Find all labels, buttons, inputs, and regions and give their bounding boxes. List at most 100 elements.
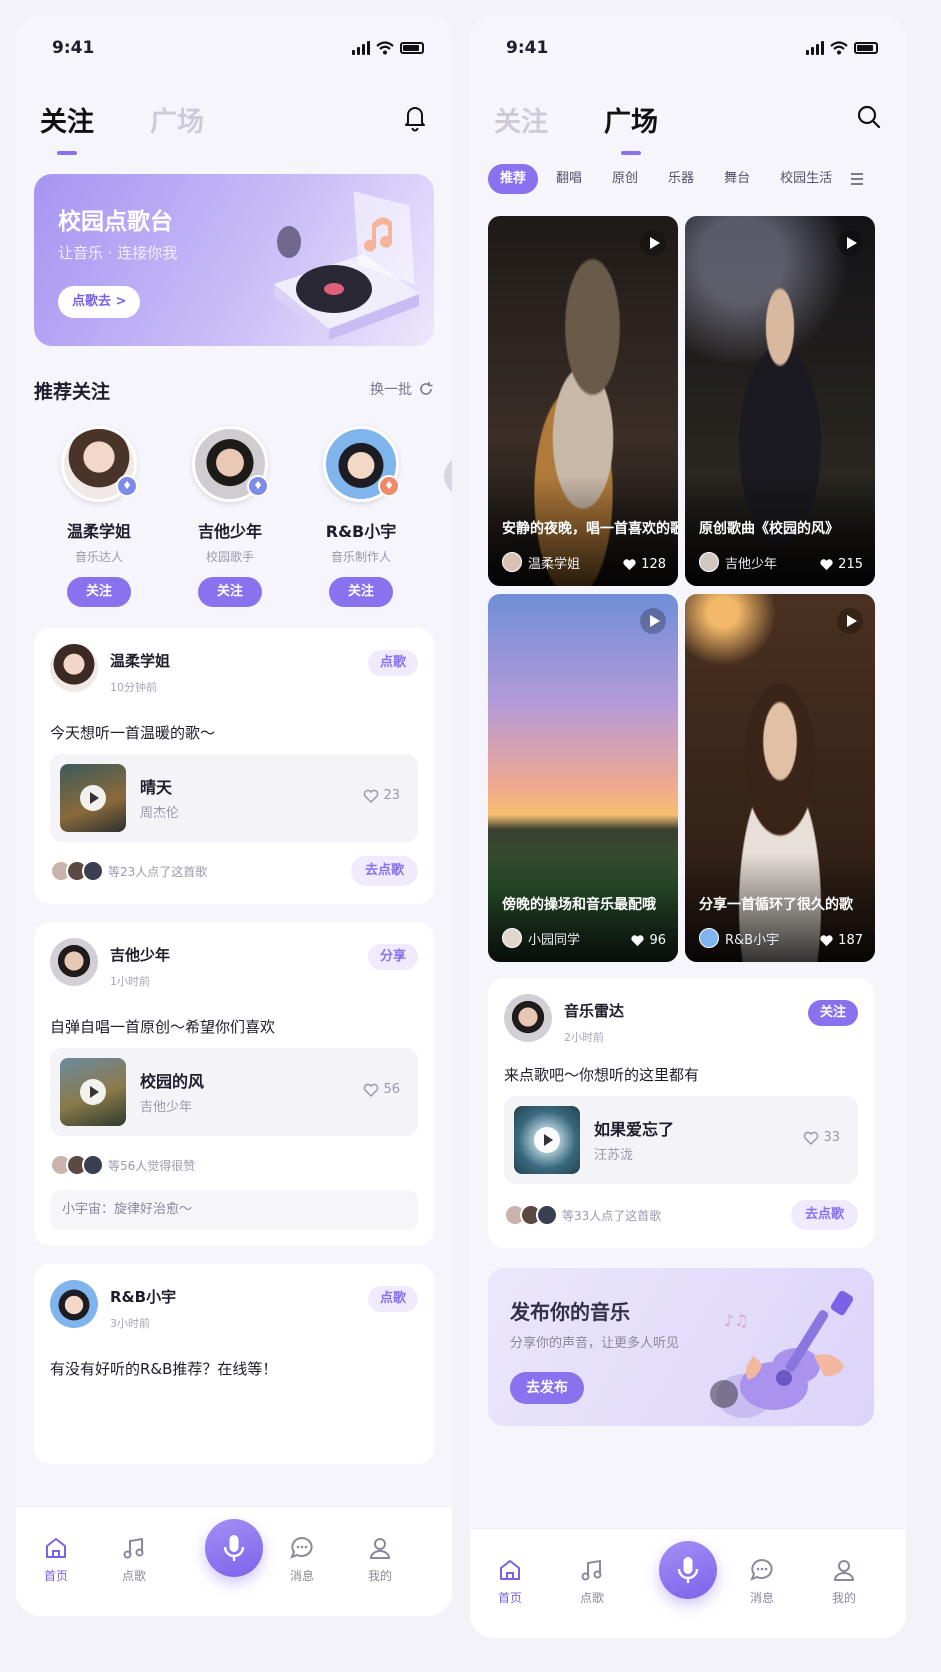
feed-post[interactable]: 吉他少年 1小时前 分享 自弹自唱一首原创～希望你们喜欢 校园的风 吉他少年 5…	[34, 922, 434, 1246]
heart-icon	[623, 559, 636, 571]
chat-bubble-icon	[750, 1558, 773, 1581]
post-header: R&B小宇 3小时前	[50, 1280, 176, 1331]
like-count: 96	[649, 933, 666, 948]
chip-cover[interactable]: 翻唱	[544, 164, 594, 194]
nav-profile[interactable]: 我的	[350, 1535, 410, 1584]
heart-icon	[820, 559, 833, 571]
heart-icon	[364, 789, 379, 803]
video-card[interactable]: 分享一首循环了很久的歌 R&B小宇 187	[685, 594, 875, 962]
video-author[interactable]: R&B小宇	[699, 928, 779, 948]
search-icon[interactable]	[854, 102, 884, 132]
refresh-button[interactable]: 换一批	[370, 379, 434, 399]
nav-home[interactable]: 首页	[480, 1557, 540, 1606]
song-title: 如果爱忘了	[594, 1120, 675, 1139]
music-badge-icon: ♦	[378, 475, 400, 497]
music-badge-icon: ♦	[247, 475, 269, 497]
video-title: 安静的夜晚，唱一首喜欢的歌	[502, 521, 678, 537]
recommended-user[interactable]: ♦ 温柔学姐 音乐达人 关注	[44, 426, 154, 607]
follow-button[interactable]: 关注	[329, 577, 393, 607]
avatar[interactable]	[504, 994, 552, 1042]
play-icon[interactable]	[837, 608, 863, 634]
go-request-button[interactable]: 去点歌	[350, 856, 418, 886]
avatar[interactable]	[50, 1280, 98, 1328]
like-button[interactable]: 56	[363, 1082, 400, 1097]
tab-square[interactable]: 广场	[150, 100, 204, 155]
mic-button[interactable]	[205, 1519, 263, 1577]
play-icon[interactable]	[534, 1127, 560, 1153]
video-author[interactable]: 吉他少年	[699, 552, 777, 572]
song-card[interactable]: 晴天 周杰伦 23	[50, 754, 418, 842]
like-button[interactable]: 215	[819, 557, 863, 572]
publish-button[interactable]: 去发布	[510, 1372, 584, 1404]
go-request-button[interactable]: 去点歌	[790, 1200, 858, 1230]
video-author[interactable]: 小园同学	[502, 928, 580, 948]
play-icon[interactable]	[640, 608, 666, 634]
bell-icon[interactable]	[400, 102, 430, 132]
comment-preview[interactable]: 小宇宙：旋律好治愈～	[50, 1190, 418, 1230]
follow-button[interactable]: 关注	[807, 1000, 858, 1026]
post-author[interactable]: R&B小宇	[110, 1286, 176, 1307]
song-title: 校园的风	[140, 1072, 205, 1091]
feed-post[interactable]: 温柔学姐 10分钟前 点歌 今天想听一首温暖的歌～ 晴天 周杰伦 23 等23人…	[34, 628, 434, 904]
nav-home[interactable]: 首页	[26, 1535, 86, 1584]
play-icon[interactable]	[640, 230, 666, 256]
feed-post[interactable]: 音乐雷达 2小时前 关注 来点歌吧～你想听的这里都有 如果爱忘了 汪苏泷 33 …	[488, 978, 874, 1248]
avatar[interactable]	[50, 644, 98, 692]
heart-icon	[804, 1131, 819, 1145]
song-request-banner[interactable]: 校园点歌台 让音乐 · 连接你我 点歌去 >	[34, 174, 434, 346]
video-card[interactable]: 傍晚的操场和音乐最配哦 小园同学 96	[488, 594, 678, 962]
nav-messages[interactable]: 消息	[732, 1557, 792, 1606]
footer-text: 等33人点了这首歌	[562, 1209, 662, 1223]
song-cover	[60, 764, 126, 832]
tab-follow[interactable]: 关注	[40, 100, 94, 155]
publish-banner[interactable]: 发布你的音乐 分享你的声音，让更多人听见 去发布 ♪♫	[488, 1268, 874, 1426]
song-card[interactable]: 校园的风 吉他少年 56	[50, 1048, 418, 1136]
song-cover	[514, 1106, 580, 1174]
mic-button[interactable]	[659, 1541, 717, 1599]
chip-campus-life[interactable]: 校园生活	[768, 164, 844, 194]
chip-stage[interactable]: 舞台	[712, 164, 762, 194]
like-button[interactable]: 187	[819, 933, 863, 948]
recommended-user[interactable]: ♦ 吉他少年 校园歌手 关注	[175, 426, 285, 607]
post-author[interactable]: 吉他少年	[110, 944, 170, 965]
post-author[interactable]: 音乐雷达	[564, 1000, 624, 1021]
chip-original[interactable]: 原创	[600, 164, 650, 194]
nav-request[interactable]: 点歌	[562, 1557, 622, 1606]
footer-text: 等56人觉得很赞	[108, 1159, 196, 1173]
follow-button[interactable]: 关注	[67, 577, 131, 607]
follow-button[interactable]: 关注	[198, 577, 262, 607]
recommended-user[interactable]: ♦ R&B小宇 音乐制作人 关注	[306, 426, 416, 607]
footer-text: 等23人点了这首歌	[108, 865, 208, 879]
like-button[interactable]: 128	[622, 557, 666, 572]
feed-post[interactable]: R&B小宇 3小时前 点歌 有没有好听的R&B推荐？在线等！	[34, 1264, 434, 1464]
post-author[interactable]: 温柔学姐	[110, 650, 170, 671]
top-tabs: 关注 广场	[40, 100, 204, 155]
bottom-nav: 首页 点歌 消息 我的	[470, 1528, 906, 1638]
svg-text:♪♫: ♪♫	[724, 1311, 749, 1330]
chip-recommend[interactable]: 推荐	[488, 164, 539, 194]
nav-profile[interactable]: 我的	[814, 1557, 874, 1606]
like-button[interactable]: 96	[630, 933, 666, 948]
play-icon[interactable]	[80, 1079, 106, 1105]
go-request-button[interactable]: 点歌去 >	[58, 286, 141, 318]
tab-follow[interactable]: 关注	[494, 100, 548, 155]
video-card[interactable]: 安静的夜晚，唱一首喜欢的歌 温柔学姐 128	[488, 216, 678, 586]
play-icon[interactable]	[837, 230, 863, 256]
like-button[interactable]: 23	[363, 788, 400, 803]
tab-square[interactable]: 广场	[604, 100, 658, 155]
chip-instrument[interactable]: 乐器	[656, 164, 706, 194]
nav-request[interactable]: 点歌	[104, 1535, 164, 1584]
recommended-users: ♦ 温柔学姐 音乐达人 关注 ♦ 吉他少年 校园歌手 关注 ♦ R&B小宇 音乐…	[34, 426, 452, 626]
nav-messages[interactable]: 消息	[272, 1535, 332, 1584]
video-card[interactable]: 原创歌曲《校园的风》 吉他少年 215	[685, 216, 875, 586]
like-button[interactable]: 33	[803, 1130, 840, 1145]
song-card[interactable]: 如果爱忘了 汪苏泷 33	[504, 1096, 858, 1184]
video-author[interactable]: 温柔学姐	[502, 552, 580, 572]
nav-label: 点歌	[121, 1569, 146, 1583]
liker-avatars	[50, 1154, 104, 1176]
post-tag: 分享	[367, 944, 418, 970]
menu-icon[interactable]	[850, 171, 864, 187]
avatar[interactable]	[50, 938, 98, 986]
play-icon[interactable]	[80, 785, 106, 811]
like-count: 33	[823, 1130, 840, 1145]
